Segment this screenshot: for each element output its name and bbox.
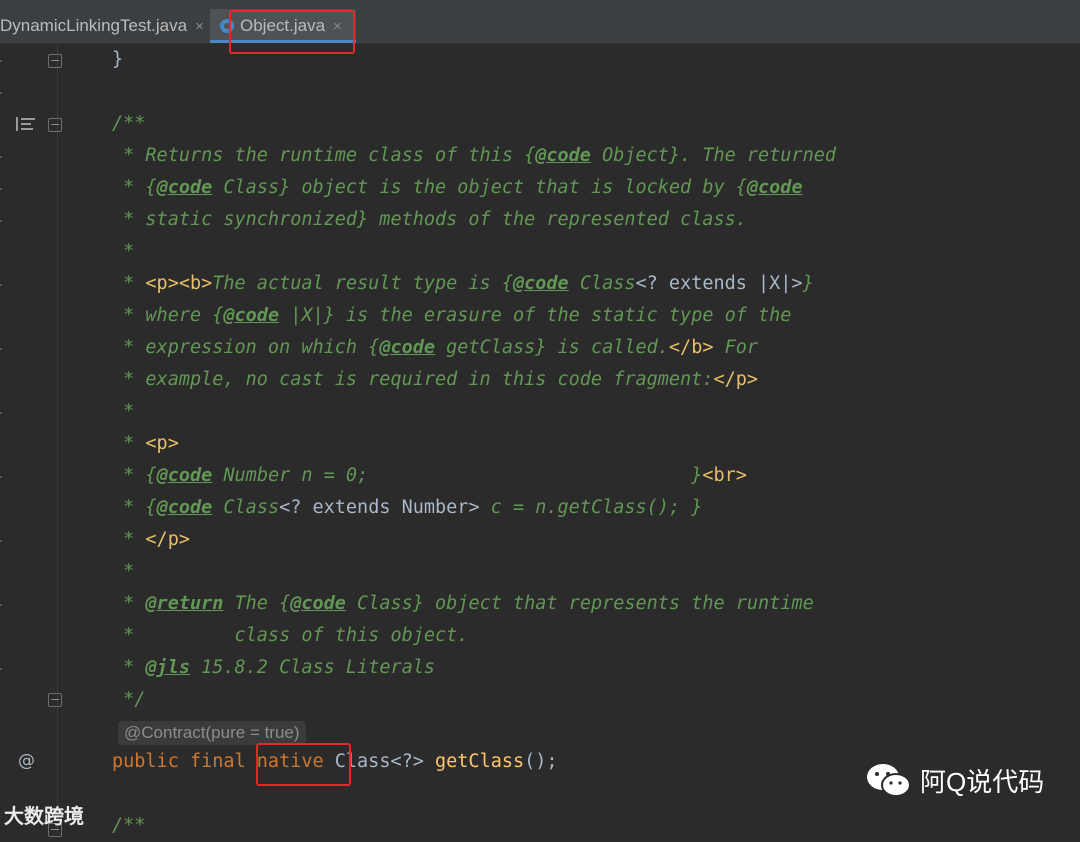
code-line: * example, no cast is required in this c… [112,369,759,390]
code-line: /** [112,815,146,836]
code-line: * </p> [112,529,190,550]
code-line: * {@code Class<? extends Number> c = n.g… [112,497,703,518]
line-number-dot [0,60,2,62]
code-line: * {@code Number n = 0; }<br> [112,465,747,486]
code-line: * @return The {@code Class} object that … [112,593,814,614]
code-line: */ [112,689,146,710]
line-number-dot [0,476,2,478]
fold-marker[interactable] [48,54,62,68]
watermark-text: 阿Q说代码 [920,767,1045,797]
gutter-separator [57,44,58,834]
line-number-dot [0,220,2,222]
watermark-right: 阿Q说代码 [866,762,1044,799]
code-line: * <p><b>The actual result type is {@code… [112,273,814,294]
code-line: * where {@code |X|} is the erasure of th… [112,305,792,326]
line-number-dot [0,412,2,414]
code-line: * [112,401,135,422]
line-number-dot [0,668,2,670]
line-number-dot [0,284,2,286]
line-number-dot [0,348,2,350]
tab-label: DynamicLinkingTest.java [0,16,188,35]
fold-marker[interactable] [48,118,62,132]
editor-tab-bar: DynamicLinkingTest.java × Object.java × [0,9,1080,44]
wechat-icon [867,763,911,797]
render-doc-icon[interactable] [16,116,36,132]
highlight-box-tab [229,10,355,54]
watermark-text: 大数跨境 [4,806,84,828]
contract-inlay-hint: @Contract(pure = true) [118,721,306,745]
code-line: * static synchronized} methods of the re… [112,209,747,230]
line-number-dot [0,604,2,606]
code-line: * class of this object. [112,625,469,646]
tab-dynamiclinkingtest[interactable]: DynamicLinkingTest.java × [0,9,204,43]
code-line: * <p> [112,433,179,454]
line-number-dot [0,540,2,542]
line-number-dot [0,92,2,94]
code-line: * Returns the runtime class of this {@co… [112,145,836,166]
watermark-left: 大数跨境 [4,800,84,829]
fold-marker[interactable] [48,693,62,707]
code-line: } [112,49,124,70]
annotation-marker-icon[interactable]: @ [18,751,35,771]
code-line: /** [112,113,146,134]
window-top-strip [0,0,1080,9]
code-line: * @jls 15.8.2 Class Literals [112,657,436,678]
highlight-box-native [256,743,351,786]
code-line: * [112,241,135,262]
line-number-dot [0,188,2,190]
line-number-dot [0,156,2,158]
code-line: * [112,561,135,582]
code-line: * expression on which {@code getClass} i… [112,337,759,358]
code-line: * {@code Class} object is the object tha… [112,177,803,198]
close-icon[interactable]: × [195,18,204,35]
